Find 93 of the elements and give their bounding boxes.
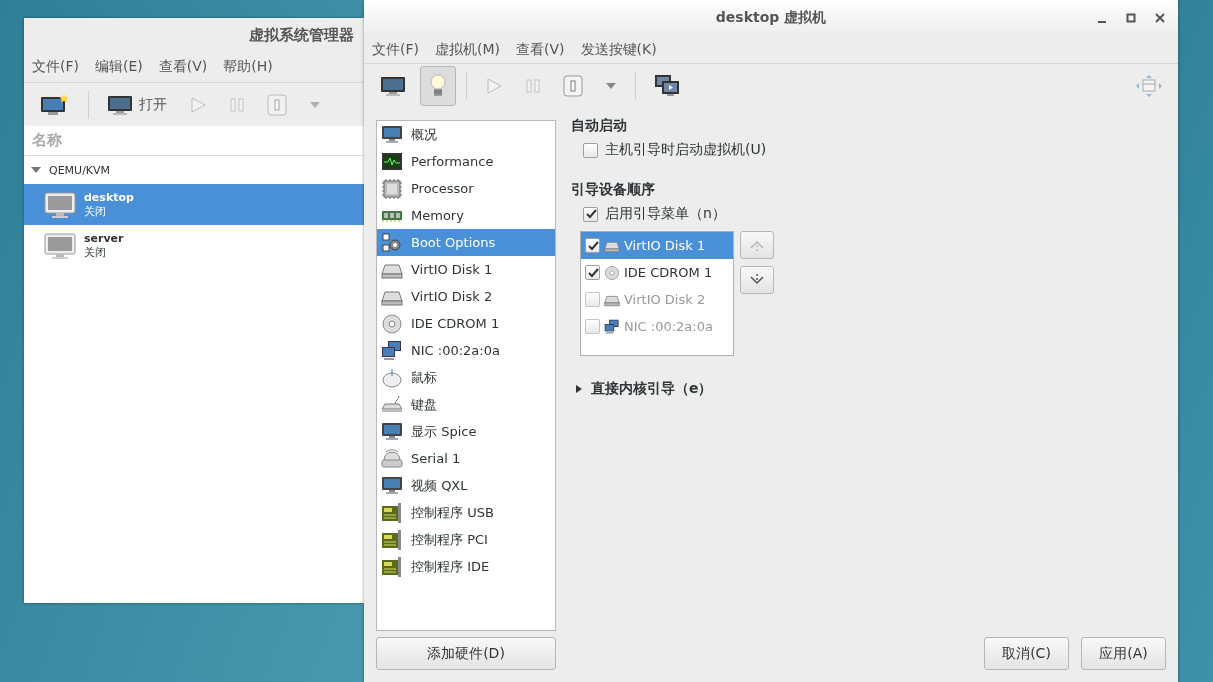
vm-row[interactable]: server 关闭 bbox=[24, 225, 364, 266]
expansion-card-icon bbox=[381, 528, 403, 551]
serial-port-icon bbox=[381, 447, 403, 470]
device-label: VirtIO Disk 1 bbox=[624, 238, 706, 253]
device-label: VirtIO Disk 2 bbox=[624, 292, 706, 307]
checkbox-label: 启用引导菜单（n） bbox=[605, 205, 726, 223]
graph-icon bbox=[381, 150, 403, 173]
device-label: IDE CDROM 1 bbox=[624, 265, 713, 280]
resize-icon bbox=[1136, 75, 1162, 97]
hardware-item[interactable]: 控制程序 PCI bbox=[377, 526, 555, 553]
window-title: 虚拟系统管理器 bbox=[249, 25, 354, 45]
computer-icon bbox=[381, 123, 403, 146]
hardware-item[interactable]: 视频 QXL bbox=[377, 472, 555, 499]
add-hardware-button[interactable]: 添加硬件(D) bbox=[376, 637, 556, 670]
network-icon bbox=[604, 318, 620, 335]
checkbox[interactable] bbox=[585, 265, 600, 280]
expander-label[interactable]: 直接内核引导（e） bbox=[591, 380, 713, 398]
details-button[interactable] bbox=[420, 66, 456, 106]
monitor-icon bbox=[381, 474, 403, 497]
vm-name: server bbox=[84, 231, 124, 246]
hardware-item[interactable]: 鼠标 bbox=[377, 364, 555, 391]
up-arrow-icon bbox=[749, 238, 765, 252]
menu-item[interactable]: 查看(V) bbox=[516, 40, 565, 59]
hardware-item[interactable]: 控制程序 IDE bbox=[377, 553, 555, 580]
screens-icon bbox=[654, 74, 680, 98]
maximize-icon bbox=[1126, 13, 1136, 23]
hardware-item[interactable]: Processor bbox=[377, 175, 555, 202]
disc-icon bbox=[604, 264, 620, 281]
menu-item[interactable]: 虚拟机(M) bbox=[435, 40, 500, 59]
menu-item[interactable]: 编辑(E) bbox=[95, 58, 143, 76]
chip-icon bbox=[381, 177, 403, 200]
hardware-item[interactable]: NIC :00:2a:0a bbox=[377, 337, 555, 364]
hardware-item[interactable]: IDE CDROM 1 bbox=[377, 310, 555, 337]
down-arrow-icon bbox=[749, 273, 765, 287]
dialog-button[interactable]: 取消(C) bbox=[984, 637, 1069, 670]
hardware-item[interactable]: VirtIO Disk 1 bbox=[377, 256, 555, 283]
checkbox[interactable] bbox=[585, 238, 600, 253]
minimize-icon bbox=[1098, 21, 1106, 23]
network-icon bbox=[381, 339, 403, 362]
menu-item[interactable]: 查看(V) bbox=[158, 58, 208, 76]
expansion-card-icon bbox=[381, 555, 403, 578]
section-heading: 自动启动 bbox=[571, 117, 628, 135]
monitor-icon bbox=[381, 420, 403, 443]
hardware-item[interactable]: 键盘 bbox=[377, 391, 555, 418]
disc-icon bbox=[381, 312, 403, 335]
vm-name: desktop bbox=[84, 190, 134, 205]
vm-status: 关闭 bbox=[84, 204, 107, 219]
hardware-item[interactable]: Serial 1 bbox=[377, 445, 555, 472]
open-button[interactable]: 打开 bbox=[99, 88, 175, 121]
move-down-button[interactable] bbox=[740, 266, 774, 294]
hardware-item[interactable]: 显示 Spice bbox=[377, 418, 555, 445]
hardware-item[interactable]: 概况 bbox=[377, 121, 555, 148]
play-icon bbox=[485, 77, 503, 95]
play-icon bbox=[189, 95, 207, 114]
section-heading: 引导设备顺序 bbox=[571, 181, 656, 199]
connection-name: QEMU/KVM bbox=[49, 163, 111, 177]
device-label: NIC :00:2a:0a bbox=[624, 319, 713, 334]
menu-item[interactable]: 文件(F) bbox=[32, 58, 79, 76]
power-switch-icon bbox=[267, 93, 287, 116]
power-switch-icon bbox=[563, 75, 583, 97]
monitor-icon bbox=[107, 93, 133, 116]
monitor-icon bbox=[44, 231, 76, 260]
dialog-button[interactable]: 应用(A) bbox=[1081, 637, 1166, 670]
hardware-item[interactable]: 控制程序 USB bbox=[377, 499, 555, 526]
pause-icon bbox=[229, 95, 245, 114]
maximize-button[interactable] bbox=[1125, 12, 1137, 24]
close-button[interactable] bbox=[1154, 12, 1166, 24]
checkbox[interactable] bbox=[585, 292, 600, 307]
menu-item[interactable]: 文件(F) bbox=[372, 40, 419, 59]
expansion-card-icon bbox=[381, 501, 403, 524]
pause-icon bbox=[525, 77, 541, 95]
menu-item[interactable]: 发送按键(K) bbox=[580, 40, 657, 59]
menu-item[interactable]: 帮助(H) bbox=[223, 58, 273, 76]
caret-icon bbox=[309, 100, 321, 109]
mouse-icon bbox=[381, 366, 403, 389]
close-icon bbox=[1155, 13, 1165, 23]
boot-device-row[interactable]: IDE CDROM 1 bbox=[581, 259, 733, 286]
hardware-item[interactable]: Memory bbox=[377, 202, 555, 229]
new-vm-icon bbox=[40, 92, 70, 117]
checkbox-label: 主机引导时启动虚拟机(U) bbox=[605, 141, 767, 159]
checkbox[interactable] bbox=[583, 206, 598, 222]
hardware-item[interactable]: Performance bbox=[377, 148, 555, 175]
monitor-icon bbox=[380, 75, 406, 97]
monitor-icon bbox=[44, 190, 76, 219]
hardware-item[interactable]: VirtIO Disk 2 bbox=[377, 283, 555, 310]
window-title: desktop 虚拟机 bbox=[715, 9, 827, 27]
connection-row[interactable]: QEMU/KVM bbox=[24, 156, 364, 184]
caret-icon bbox=[605, 82, 617, 90]
vm-status: 关闭 bbox=[84, 245, 107, 260]
gears-icon bbox=[381, 231, 403, 254]
checkbox[interactable] bbox=[583, 142, 598, 158]
light-bulb-icon bbox=[430, 74, 446, 98]
checkbox[interactable] bbox=[585, 319, 600, 334]
